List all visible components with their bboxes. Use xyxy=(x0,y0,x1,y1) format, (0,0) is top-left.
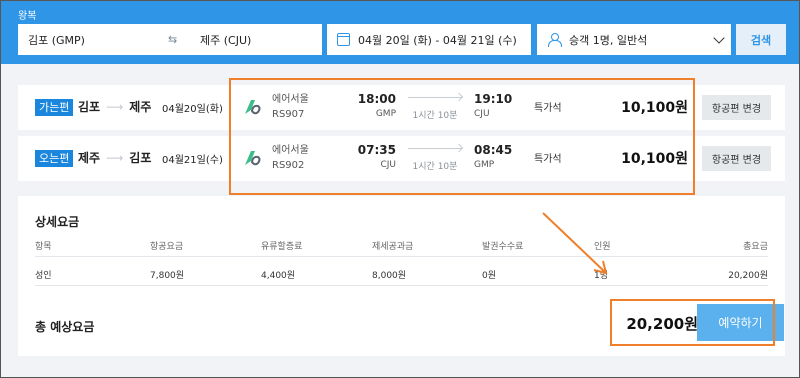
header-total: 총요금 xyxy=(743,242,768,252)
outbound-badge: 가는편 xyxy=(35,99,74,116)
arrow-right-icon: ⟶ xyxy=(106,99,124,114)
flight-arrow-icon xyxy=(406,144,464,152)
airline-name: 에어서울 xyxy=(272,94,309,105)
departure-code: CJU xyxy=(380,160,396,170)
departure-code: GMP xyxy=(375,109,396,119)
departure-time: 07:35 xyxy=(357,143,396,157)
fare-detail-title: 상세요금 xyxy=(35,215,80,229)
user-icon xyxy=(547,32,562,47)
route-label: 김포 ⟶ 제주 xyxy=(78,98,151,115)
row-airfare: 7,800원 xyxy=(150,271,185,281)
seat-class: 특가석 xyxy=(534,103,562,114)
airline-info: 에어서울 RS902 xyxy=(272,143,309,173)
flight-number: RS907 xyxy=(272,109,305,120)
row-taxes: 8,000원 xyxy=(372,271,407,281)
header-airfare: 항공요금 xyxy=(150,242,184,252)
header-fuel-surcharge: 유류할증료 xyxy=(261,242,303,252)
duration-block: 1시간 10분 xyxy=(406,93,464,121)
passenger-text: 승객 1명, 일반석 xyxy=(569,33,648,47)
departure: 07:35 CJU xyxy=(348,143,396,173)
row-passenger-count: 1명 xyxy=(594,271,609,281)
change-flight-button[interactable]: 항공편 변경 xyxy=(702,95,771,120)
header-taxes: 제세공과금 xyxy=(372,242,414,252)
swap-icon[interactable]: ⇆ xyxy=(168,33,200,46)
date-field[interactable]: 04월 20일 (화) - 04월 21일 (수) xyxy=(327,24,531,55)
route-label: 제주 ⟶ 김포 xyxy=(78,149,151,166)
chevron-down-icon xyxy=(713,32,725,44)
row-ticketing-fee: 0원 xyxy=(482,271,497,281)
arrival-time: 19:10 xyxy=(474,92,513,106)
route-field[interactable]: 김포 (GMP) ⇆ 제주 (CJU) xyxy=(18,24,322,55)
airline-logo-icon xyxy=(245,151,261,166)
airline-info: 에어서울 RS907 xyxy=(272,92,309,122)
search-button[interactable]: 검색 xyxy=(736,24,786,55)
departure-time: 18:00 xyxy=(357,92,396,106)
route-from: 김포 xyxy=(78,100,101,114)
duration: 1시간 10분 xyxy=(412,111,458,121)
total-label: 총 예상요금 xyxy=(35,320,95,334)
trip-type-label: 왕복 xyxy=(18,11,37,22)
outbound-flight-row: 가는편 김포 ⟶ 제주 04월20일(화) 에어서울 RS907 18:00 G… xyxy=(18,85,785,130)
duration-block: 1시간 10분 xyxy=(406,144,464,172)
route-to: 김포 xyxy=(129,151,152,165)
arrival-time: 08:45 xyxy=(474,143,513,157)
return-flight-row: 오는편 제주 ⟶ 김포 04월21일(수) 에어서울 RS902 07:35 C… xyxy=(18,136,785,181)
duration: 1시간 10분 xyxy=(412,162,458,172)
flight-date: 04월21일(수) xyxy=(162,155,223,166)
flight-price: 10,100원 xyxy=(621,100,688,116)
row-total: 20,200원 xyxy=(728,271,768,281)
flight-number: RS902 xyxy=(272,160,305,171)
return-badge: 오는편 xyxy=(35,150,74,167)
airline-logo-icon xyxy=(245,100,261,115)
origin-field[interactable]: 김포 (GMP) xyxy=(28,32,168,48)
row-type: 성인 xyxy=(35,271,52,281)
row-fuel-surcharge: 4,400원 xyxy=(261,271,296,281)
search-bar: 왕복 김포 (GMP) ⇆ 제주 (CJU) 04월 20일 (화) - 04월… xyxy=(0,0,800,64)
flight-price: 10,100원 xyxy=(621,151,688,167)
arrival-code: CJU xyxy=(474,109,490,119)
change-flight-button[interactable]: 항공편 변경 xyxy=(702,146,771,171)
arrival-code: GMP xyxy=(474,160,495,170)
divider xyxy=(35,285,768,286)
seat-class: 특가석 xyxy=(534,154,562,165)
header-item: 항목 xyxy=(35,242,52,252)
total-price: 20,200원 xyxy=(626,315,698,333)
route-from: 제주 xyxy=(78,151,101,165)
arrival: 19:10 CJU xyxy=(474,92,512,122)
header-ticketing-fee: 발권수수료 xyxy=(482,242,524,252)
flight-arrow-icon xyxy=(406,93,464,101)
date-range-text: 04월 20일 (화) - 04월 21일 (수) xyxy=(358,33,517,47)
passenger-select[interactable]: 승객 1명, 일반석 xyxy=(537,24,731,55)
fare-detail-panel: 상세요금 항목 항공요금 유류할증료 제세공과금 발권수수료 인원 총요금 성인… xyxy=(18,196,785,356)
divider xyxy=(35,256,768,257)
flight-date: 04월20일(화) xyxy=(162,104,223,115)
book-button[interactable]: 예약하기 xyxy=(697,304,784,341)
header-passenger-count: 인원 xyxy=(594,242,611,252)
airline-name: 에어서울 xyxy=(272,145,309,156)
calendar-icon xyxy=(337,33,350,46)
destination-field[interactable]: 제주 (CJU) xyxy=(200,32,251,48)
route-to: 제주 xyxy=(129,100,152,114)
arrow-right-icon: ⟶ xyxy=(106,150,124,165)
arrival: 08:45 GMP xyxy=(474,143,512,173)
departure: 18:00 GMP xyxy=(348,92,396,122)
